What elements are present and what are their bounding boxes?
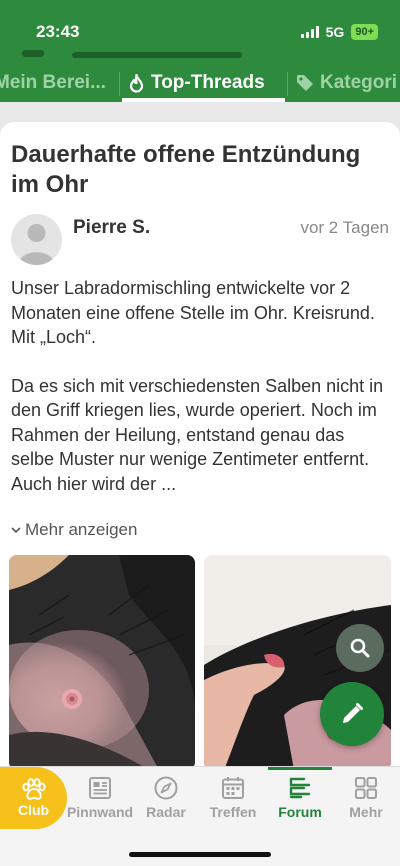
nav-radar[interactable]: Radar [133,775,199,820]
nav-mehr-label: Mehr [349,804,383,820]
nav-treffen[interactable]: Treffen [200,775,266,820]
show-more-link[interactable]: Mehr anzeigen [11,520,137,540]
author-name[interactable]: Pierre S. [73,217,150,239]
tab-kategorien[interactable]: Kategori [296,72,397,94]
forum-icon [289,777,311,799]
url-handle [72,52,242,58]
signal-icon [300,26,319,38]
active-nav-indicator [268,767,332,770]
paw-icon [21,778,46,800]
tab-top-threads[interactable]: Top-Threads [128,72,265,94]
compass-icon [154,776,178,800]
post-body: Unser Labradormischling entwickelte vor … [11,276,391,520]
post-paragraph: Da es sich mit verschiedensten Salben ni… [11,375,384,494]
tag-icon [297,75,313,91]
post-paragraph: Unser Labradormischling entwickelte vor … [11,278,375,347]
tab-top-threads-label: Top-Threads [151,72,265,93]
flame-icon [129,73,144,93]
nav-pinnwand-label: Pinnwand [66,804,134,820]
search-button[interactable] [336,624,384,672]
tab-mein-bereich[interactable]: Mein Berei... [0,72,106,94]
tab-divider [119,72,120,96]
photo-image [9,555,195,770]
active-tab-indicator [122,98,285,102]
nav-mehr[interactable]: Mehr [333,775,399,820]
status-time: 23:43 [36,22,80,41]
network-label: 5G [325,24,345,40]
newspaper-icon [89,777,111,799]
search-icon [350,638,370,658]
nav-treffen-label: Treffen [209,804,257,820]
tab-bar: Mein Berei... Top-Threads Kategori [0,66,400,102]
nav-club-label: Club [17,802,50,818]
new-post-button[interactable] [320,682,384,746]
bottom-navigation: Club Pinnwand Radar Treffen Forum Mehr [0,766,400,866]
nav-pinnwand[interactable]: Pinnwand [67,775,133,820]
post-photo[interactable] [9,555,195,770]
status-indicators: 5G 90+ [300,24,378,40]
avatar[interactable] [11,214,62,265]
pencil-icon [343,703,363,723]
nav-forum-label: Forum [278,804,322,820]
battery-icon: 90+ [351,24,378,40]
chevron-down-icon [11,527,21,534]
user-icon [18,224,55,265]
app-header: 23:43 5G 90+ Mein Berei... Top-Threads K… [0,0,400,102]
calendar-icon [222,777,244,799]
home-indicator[interactable] [129,852,271,857]
show-more-label: Mehr anzeigen [25,520,138,539]
tab-divider [287,72,288,96]
back-handle [22,50,44,57]
tab-kategorien-label: Kategori [320,72,398,93]
nav-club[interactable]: Club [0,767,67,829]
nav-forum[interactable]: Forum [267,775,333,820]
grid-icon [355,777,377,799]
post-time: vor 2 Tagen [300,218,389,237]
nav-radar-label: Radar [146,804,186,820]
post-title: Dauerhafte offene Entzündung im Ohr [11,141,361,198]
